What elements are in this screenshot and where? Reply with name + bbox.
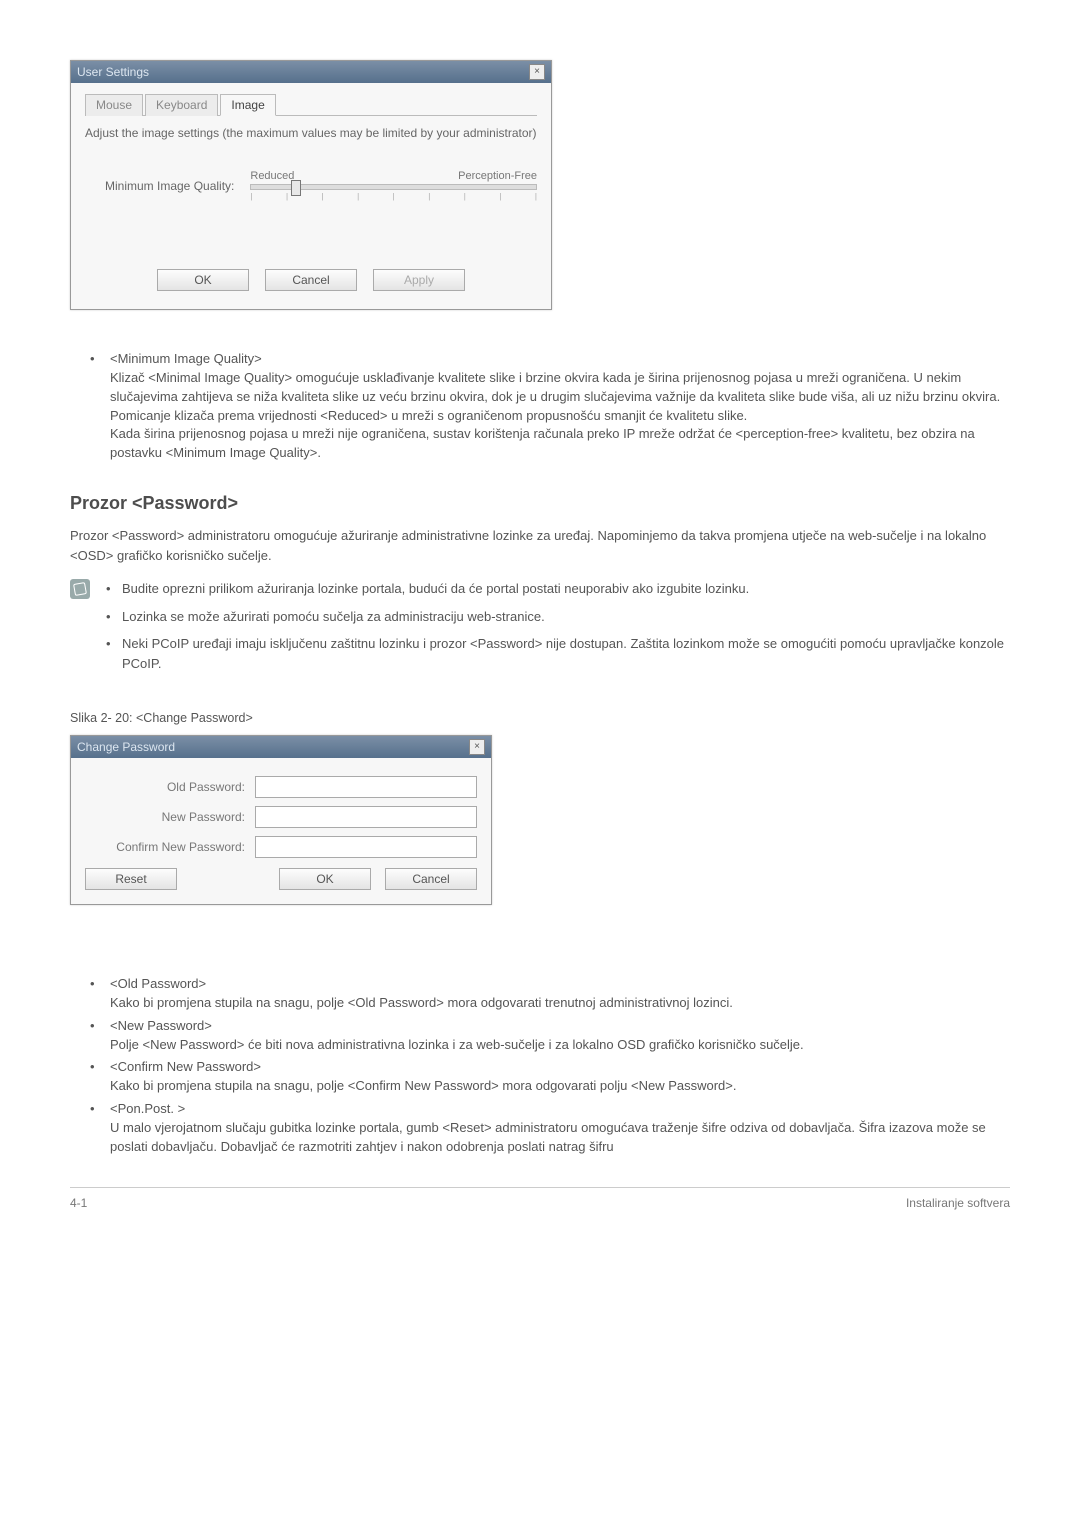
- cancel-button[interactable]: Cancel: [265, 269, 357, 291]
- ok-button[interactable]: OK: [157, 269, 249, 291]
- dialog-title: User Settings: [77, 65, 149, 79]
- note-item: Lozinka se može ažurirati pomoću sučelja…: [100, 607, 1010, 627]
- field-def: U malo vjerojatnom slučaju gubitka lozin…: [110, 1119, 1010, 1157]
- field-term: <Pon.Post. >: [110, 1100, 1010, 1119]
- confirm-new-password-input[interactable]: [255, 836, 477, 858]
- footer-separator: [70, 1187, 1010, 1188]
- page-number: 4-1: [70, 1196, 87, 1210]
- confirm-new-password-label: Confirm New Password:: [85, 840, 255, 854]
- tab-keyboard[interactable]: Keyboard: [145, 94, 218, 116]
- ok-button[interactable]: OK: [279, 868, 371, 890]
- figure-caption: Slika 2- 20: <Change Password>: [70, 711, 1010, 725]
- field-term: <Confirm New Password>: [110, 1058, 1010, 1077]
- slider-end-left: Reduced: [250, 170, 294, 182]
- dialog-titlebar: User Settings ×: [71, 61, 551, 83]
- dialog-titlebar: Change Password ×: [71, 736, 491, 758]
- note-block: Budite oprezni prilikom ažuriranja lozin…: [70, 579, 1010, 681]
- password-heading: Prozor <Password>: [70, 493, 1010, 514]
- miq-p1: Klizač <Minimal Image Quality> omogućuje…: [110, 369, 1010, 407]
- change-password-dialog: Change Password × Old Password: New Pass…: [70, 735, 492, 905]
- new-password-label: New Password:: [85, 810, 255, 824]
- old-password-label: Old Password:: [85, 780, 255, 794]
- slider-label: Minimum Image Quality:: [105, 179, 234, 193]
- note-list: Budite oprezni prilikom ažuriranja lozin…: [100, 579, 1010, 681]
- slider-end-right: Perception-Free: [458, 170, 537, 182]
- password-intro: Prozor <Password> administratoru omoguću…: [70, 526, 1010, 565]
- user-settings-dialog: User Settings × Mouse Keyboard Image Adj…: [70, 60, 552, 310]
- minimum-image-quality-slider[interactable]: Reduced Perception-Free |||||||||: [250, 170, 537, 201]
- miq-p2: Pomicanje klizača prema vrijednosti <Red…: [110, 407, 1010, 426]
- slider-track[interactable]: [250, 184, 537, 190]
- miq-description-list: <Minimum Image Quality> Klizač <Minimal …: [70, 350, 1010, 463]
- miq-p3: Kada širina prijenosnog pojasa u mreži n…: [110, 425, 1010, 463]
- apply-button[interactable]: Apply: [373, 269, 465, 291]
- note-item: Neki PCoIP uređaji imaju isključenu zašt…: [100, 634, 1010, 673]
- cancel-button[interactable]: Cancel: [385, 868, 477, 890]
- note-icon: [70, 579, 90, 599]
- field-def: Kako bi promjena stupila na snagu, polje…: [110, 1077, 1010, 1096]
- miq-term: <Minimum Image Quality>: [110, 350, 1010, 369]
- close-icon[interactable]: ×: [529, 64, 545, 80]
- close-icon[interactable]: ×: [469, 739, 485, 755]
- tabs: Mouse Keyboard Image: [85, 93, 537, 116]
- tab-mouse[interactable]: Mouse: [85, 94, 143, 116]
- page-footer: 4-1 Instaliranje softvera: [70, 1196, 1010, 1210]
- dialog-title: Change Password: [77, 740, 175, 754]
- note-item: Budite oprezni prilikom ažuriranja lozin…: [100, 579, 1010, 599]
- field-def: Kako bi promjena stupila na snagu, polje…: [110, 994, 1010, 1013]
- footer-title: Instaliranje softvera: [906, 1196, 1010, 1210]
- field-term: <New Password>: [110, 1017, 1010, 1036]
- reset-button[interactable]: Reset: [85, 868, 177, 890]
- old-password-input[interactable]: [255, 776, 477, 798]
- new-password-input[interactable]: [255, 806, 477, 828]
- field-def: Polje <New Password> će biti nova admini…: [110, 1036, 1010, 1055]
- tab-image[interactable]: Image: [220, 94, 275, 116]
- password-fields-list: <Old Password> Kako bi promjena stupila …: [70, 975, 1010, 1157]
- dialog-description: Adjust the image settings (the maximum v…: [85, 126, 537, 140]
- field-term: <Old Password>: [110, 975, 1010, 994]
- slider-handle[interactable]: [291, 180, 301, 196]
